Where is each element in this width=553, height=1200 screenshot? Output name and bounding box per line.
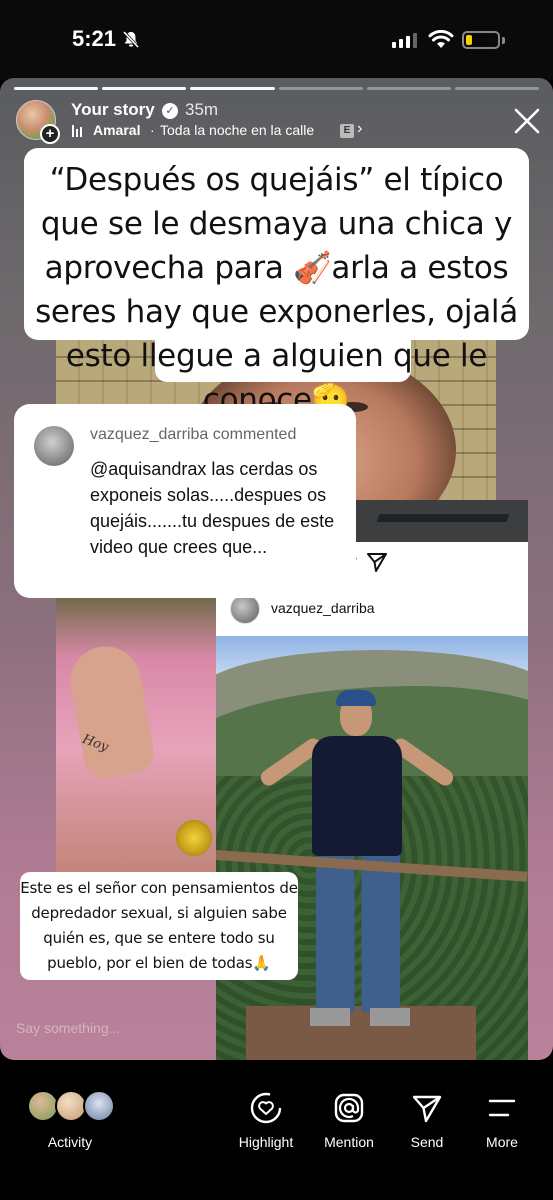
story-time-ago: 35m xyxy=(185,100,219,119)
more-button[interactable]: More xyxy=(480,1090,524,1150)
highlight-label: Highlight xyxy=(238,1134,294,1150)
mention-at-icon xyxy=(334,1093,364,1123)
activity-label: Activity xyxy=(47,1134,93,1150)
post-user-avatar xyxy=(230,594,260,624)
battery-level xyxy=(466,35,472,45)
explicit-badge: E xyxy=(340,124,354,138)
send-label: Send xyxy=(410,1134,444,1150)
music-artist[interactable]: Amaral xyxy=(93,122,140,138)
activity-button[interactable]: Activity xyxy=(20,1090,120,1150)
more-menu-icon xyxy=(488,1099,516,1117)
mention-label: Mention xyxy=(324,1134,374,1150)
comment-action: commented xyxy=(212,426,297,443)
battery-tip xyxy=(502,37,505,44)
comment-header: vazquez_darriba commented xyxy=(90,426,296,444)
mention-button[interactable]: Mention xyxy=(318,1090,380,1150)
hand-photo-image: Hoy xyxy=(56,596,218,872)
comment-username: vazquez_darriba xyxy=(90,426,209,443)
wifi-icon xyxy=(428,30,454,48)
activity-viewer-avatars xyxy=(27,1090,117,1124)
story-viewer[interactable]: Hoy 7 vazquez_darriba xyxy=(0,78,553,1060)
caption-top-text: “Después os quejáis” el típico que se le… xyxy=(35,162,518,418)
comment-text: @aquisandrax las cerdas os exponeis sola… xyxy=(90,459,335,557)
highlight-heart-icon xyxy=(250,1092,282,1124)
story-username[interactable]: Your story xyxy=(71,100,155,120)
highlight-button[interactable]: Highlight xyxy=(232,1090,300,1150)
comment-sticker[interactable]: vazquez_darriba commented @aquisandrax l… xyxy=(14,404,356,598)
music-song-title[interactable]: Toda la noche en la calle xyxy=(160,122,314,138)
status-bar: 5:21 xyxy=(0,0,553,80)
send-button[interactable]: Send xyxy=(404,1090,450,1150)
send-icon xyxy=(367,553,388,572)
battery-icon xyxy=(462,31,500,49)
music-separator: · xyxy=(150,122,155,138)
chevron-right-icon[interactable]: › xyxy=(357,120,362,138)
story-progress-bar xyxy=(14,87,540,90)
verified-badge-icon: ✓ xyxy=(162,103,178,119)
caption-bottom-text: Este es el señor con pensamientos de dep… xyxy=(20,879,298,972)
more-label: More xyxy=(486,1134,518,1150)
music-bars-icon xyxy=(72,125,82,137)
bell-off-icon xyxy=(122,30,140,48)
bottom-action-bar: Activity Highlight Mention Send More xyxy=(0,1062,553,1200)
post-username: vazquez_darriba xyxy=(271,600,375,616)
commenter-avatar xyxy=(34,426,74,466)
post-photo-man-on-viewpoint xyxy=(216,636,528,1060)
cellular-signal-icon xyxy=(392,33,417,48)
ring-image xyxy=(176,820,212,856)
viewer-avatar xyxy=(83,1090,115,1122)
send-paper-plane-icon xyxy=(412,1095,442,1123)
status-time: 5:21 xyxy=(72,26,117,51)
close-icon[interactable] xyxy=(512,106,542,136)
add-story-icon[interactable]: + xyxy=(40,124,60,144)
reply-input-placeholder[interactable]: Say something... xyxy=(16,1020,120,1036)
